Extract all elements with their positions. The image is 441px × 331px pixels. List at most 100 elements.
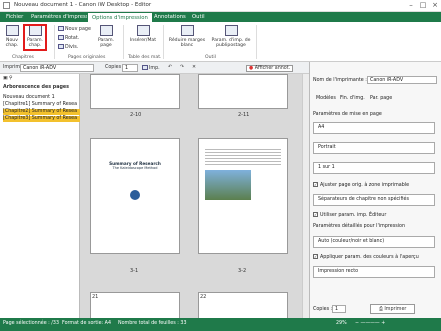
- show-annotations-button[interactable]: ● Afficher annot.: [246, 65, 294, 72]
- tab-annotations[interactable]: Annotations: [150, 12, 190, 22]
- ribbon-divider: [123, 25, 124, 59]
- text-lines: [205, 147, 281, 167]
- nouv-chap-button[interactable]: Nouv chap.: [2, 25, 22, 48]
- annotation-icon: ●: [249, 66, 254, 71]
- new-chapter-icon: [5, 25, 19, 36]
- undo-icon[interactable]: ↶: [168, 65, 172, 70]
- reduire-marges-button[interactable]: Réduire marges blanc: [168, 25, 206, 48]
- utiliser-checkbox[interactable]: ✓ Utiliser param. imp. Éditeur: [313, 212, 386, 218]
- page-thumbnail[interactable]: [90, 292, 180, 318]
- tree-item-chapitre2[interactable]: [Chapitre2] Summary of Resea: [3, 109, 80, 115]
- ribbon-divider: [256, 25, 257, 59]
- divis-label: Divis.: [65, 45, 79, 50]
- page-number: 21: [92, 294, 99, 300]
- page-number: 3-1: [130, 268, 139, 274]
- page-thumbnail[interactable]: [198, 138, 288, 254]
- status-bar: Page sélectionnée : /33 Format de sortie…: [0, 318, 441, 331]
- printer-label: Imprim: [3, 65, 21, 70]
- rotat-button[interactable]: Rotat.: [58, 35, 79, 41]
- delete-icon[interactable]: ✕: [192, 65, 196, 70]
- app-icon: [3, 2, 10, 9]
- details-label: Paramètres détaillés pour l'impression: [313, 224, 406, 229]
- tab-options-impression[interactable]: Options d'impression: [87, 12, 153, 22]
- inserer-mat-button[interactable]: Insérer/Mat: [128, 25, 158, 43]
- toc-icon: [136, 25, 150, 36]
- tree-item-document[interactable]: Nouveau document 1: [3, 95, 55, 101]
- ribbon: Nouv chap. Param. chap. Chapitres Nouv p…: [0, 22, 441, 62]
- page-number: 2-11: [238, 112, 250, 118]
- copies-input-right[interactable]: 1: [332, 305, 346, 313]
- param-page-label: Param. page: [97, 38, 115, 48]
- duplex-select[interactable]: Impression recto: [313, 266, 435, 278]
- group-table-label: Table des mat.: [128, 55, 162, 60]
- zoom-level: 29%: [336, 321, 347, 326]
- printer-icon: ⎙: [379, 307, 383, 312]
- page-thumbnail[interactable]: [198, 292, 288, 318]
- status-format: Format de sortie: A4: [62, 321, 111, 326]
- tree-item-chapitre3[interactable]: [Chapitre3] Summary of Resea: [3, 116, 80, 122]
- tree-item-chapitre1[interactable]: [Chapitre1] Summary of Resea: [3, 102, 77, 108]
- nouv-page-button[interactable]: Nouv page: [58, 26, 91, 32]
- param-page-button[interactable]: Param. page: [95, 25, 117, 48]
- paper-size-select[interactable]: A4: [313, 122, 435, 134]
- group-outil-label: Outil: [205, 55, 216, 60]
- pages-per-sheet-select[interactable]: 1 sur 1: [313, 162, 435, 174]
- page-thumbnail[interactable]: [198, 74, 288, 109]
- print-button[interactable]: Imp.: [142, 65, 160, 71]
- param-imp-label: Param. d'imp. de publipostage: [211, 38, 251, 48]
- new-page-icon: [58, 26, 64, 31]
- page-thumbnail[interactable]: Summary of Research The Kaleidoscope Met…: [90, 138, 180, 254]
- ajuster-checkbox[interactable]: ✓ Ajuster page orig. à zone imprimable: [313, 182, 409, 188]
- redo-icon[interactable]: ↷: [180, 65, 184, 70]
- tab-fichier[interactable]: Fichier: [2, 12, 27, 22]
- panel-title: Arborescence des pages: [3, 85, 69, 90]
- imprimer-button[interactable]: ⎙ Imprimer: [370, 304, 416, 314]
- title-bar: Nouveau document 1 - Canon iW Desktop - …: [0, 0, 441, 12]
- reduce-margins-icon: [180, 25, 194, 36]
- status-total: Nombre total de feuilles : 33: [118, 321, 187, 326]
- nouv-page-label: Nouv page: [65, 27, 91, 32]
- tab-fin-img[interactable]: Fin. d'img.: [340, 96, 365, 101]
- page-number: 22: [200, 294, 207, 300]
- ajuster-label: Ajuster page orig. à zone imprimable: [320, 183, 410, 188]
- divis-button[interactable]: Divis.: [58, 44, 78, 50]
- minimize-icon[interactable]: –: [405, 1, 417, 11]
- split-icon: [58, 44, 64, 49]
- rotat-label: Rotat.: [65, 36, 80, 41]
- inserer-mat-label: Insérer/Mat: [129, 38, 157, 43]
- vertical-scrollbar[interactable]: [302, 74, 309, 318]
- utiliser-label: Utiliser param. imp. Éditeur: [320, 213, 387, 218]
- color-mode-select[interactable]: Auto (couleur/noir et blanc): [313, 236, 435, 248]
- tab-outil[interactable]: Outil: [188, 12, 209, 22]
- printer-select[interactable]: Canon iR-ADV: [20, 64, 94, 72]
- tab-par-page[interactable]: Par. page: [370, 96, 392, 101]
- mail-merge-icon: [224, 25, 238, 36]
- page-tree-panel: ▣ ⚲ Arborescence des pages Nouveau docum…: [0, 74, 80, 318]
- printer-name-select[interactable]: Canon iR-ADV: [367, 76, 437, 84]
- reduire-label: Réduire marges blanc: [168, 38, 206, 48]
- printer-icon: [142, 65, 148, 70]
- window-title: Nouveau document 1 - Canon iW Desktop - …: [14, 2, 152, 8]
- page-preview-area: 2-10 2-11 Summary of Research The Kaleid…: [80, 74, 302, 318]
- print-label: Imp.: [149, 66, 160, 71]
- print-toolbar: Imprim Canon iR-ADV Copies 1 Imp. ↶ ↷ ✕ …: [0, 62, 309, 74]
- close-icon[interactable]: ×: [429, 1, 441, 11]
- copies-input[interactable]: 1: [122, 64, 138, 72]
- group-pages-label: Pages originales: [68, 55, 106, 60]
- rotate-icon: [58, 35, 64, 40]
- zoom-slider[interactable]: − ———— +: [355, 321, 385, 326]
- separator-select[interactable]: Séparateurs de chapitre non spécifiés: [313, 194, 435, 206]
- copies-label: Copies: [105, 65, 122, 70]
- maximize-icon[interactable]: □: [417, 1, 429, 11]
- appliquer-checkbox[interactable]: ✓ Appliquer param. des couleurs à l'aperç…: [313, 254, 419, 260]
- status-page: Page sélectionnée : /33: [3, 321, 60, 326]
- highlight-box: [23, 24, 47, 51]
- param-imp-publipostage-button[interactable]: Param. d'imp. de publipostage: [209, 25, 253, 48]
- printer-name-label: Nom de l'imprimante :: [313, 78, 367, 83]
- appliquer-label: Appliquer param. des couleurs à l'aperçu: [320, 255, 419, 260]
- panel-tab-icon[interactable]: ▣ ⚲: [3, 76, 13, 81]
- menu-bar: Fichier Paramètres d'impression Options …: [0, 12, 441, 22]
- tab-modeles[interactable]: Modèles: [316, 96, 336, 101]
- orientation-select[interactable]: Portrait: [313, 142, 435, 154]
- page-thumbnail[interactable]: [90, 74, 180, 109]
